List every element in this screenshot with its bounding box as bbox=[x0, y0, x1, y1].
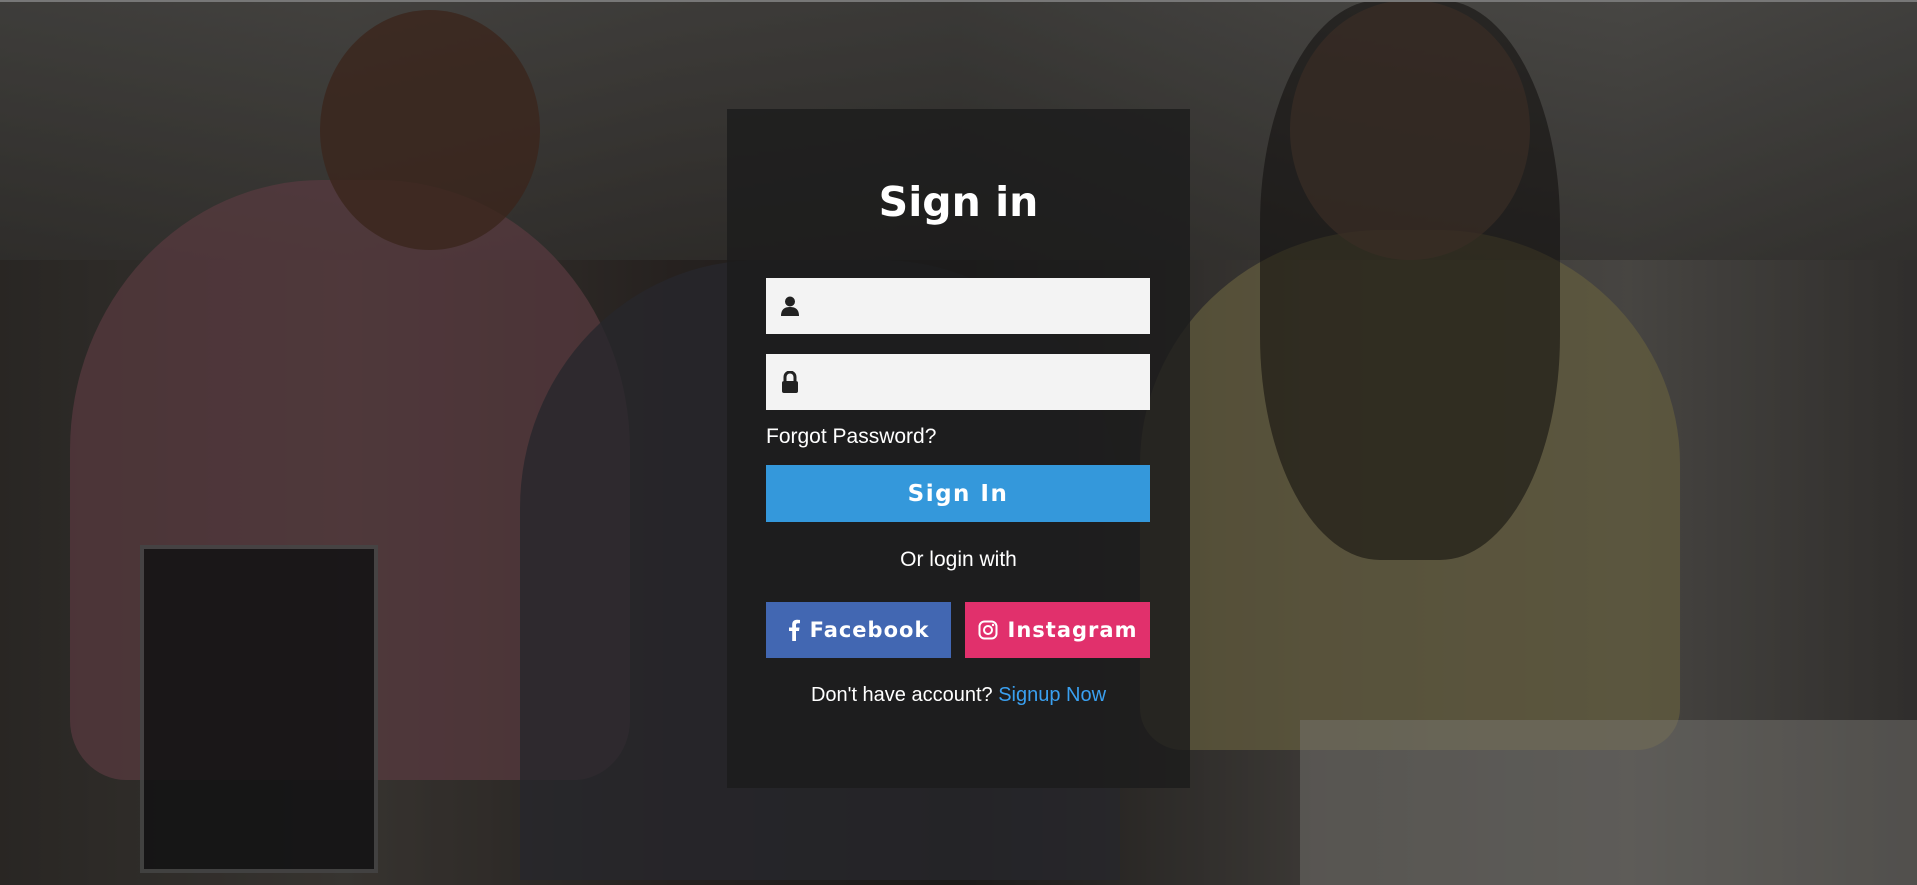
lock-icon bbox=[780, 371, 800, 393]
instagram-label: Instagram bbox=[1007, 618, 1138, 642]
signup-now-link[interactable]: Signup Now bbox=[998, 684, 1106, 706]
username-input[interactable] bbox=[808, 277, 1150, 335]
sign-in-button[interactable]: Sign In bbox=[766, 465, 1150, 522]
signup-prompt-line: Don't have account? Signup Now bbox=[0, 684, 1917, 707]
or-login-with-text: Or login with bbox=[900, 548, 1017, 571]
password-input[interactable] bbox=[808, 353, 1150, 411]
top-border bbox=[0, 0, 1917, 2]
password-field[interactable] bbox=[766, 353, 1150, 411]
instagram-login-button[interactable]: Instagram bbox=[965, 602, 1150, 658]
facebook-login-button[interactable]: Facebook bbox=[766, 602, 951, 658]
signup-prompt-text: Don't have account? bbox=[810, 684, 993, 706]
page-title: Sign in bbox=[878, 178, 1039, 226]
facebook-icon bbox=[788, 619, 800, 641]
user-icon bbox=[780, 295, 800, 317]
forgot-password-link[interactable]: Forgot Password? bbox=[766, 425, 936, 449]
username-field[interactable] bbox=[766, 277, 1150, 335]
instagram-icon bbox=[978, 620, 998, 640]
facebook-label: Facebook bbox=[809, 618, 930, 642]
